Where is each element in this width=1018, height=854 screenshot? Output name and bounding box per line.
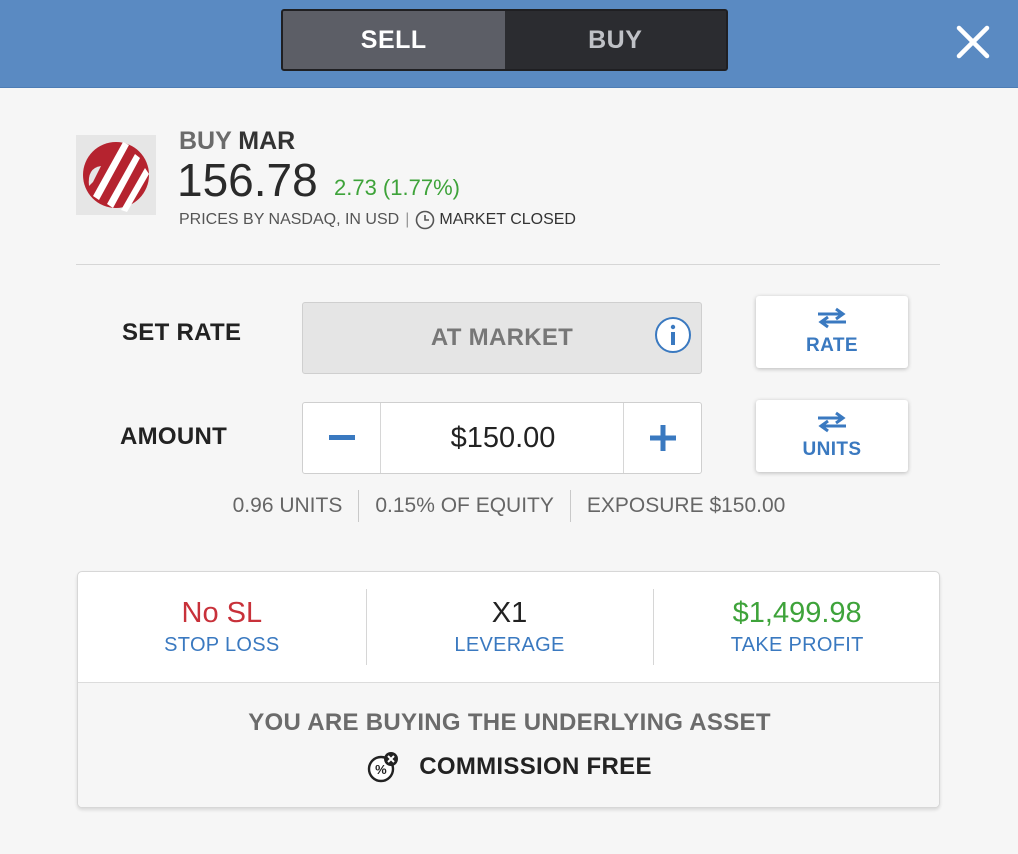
units-toggle-button[interactable]: UNITS [756,400,908,472]
amount-stepper: $150.00 [302,402,702,474]
plus-icon [649,425,676,451]
leverage-setting[interactable]: X1 LEVERAGE [365,572,654,682]
underlying-asset-text: YOU ARE BUYING THE UNDERLYING ASSET [248,709,771,736]
swap-arrows-icon [818,411,846,433]
decrease-amount-button[interactable] [303,403,381,473]
meta-separator: | [405,211,410,228]
order-header: SELL BUY [0,0,1018,88]
rate-toggle-label: RATE [806,335,858,356]
marriott-logo [83,142,149,212]
commission-info: % COMMISSION FREE [78,751,939,783]
stop-loss-setting[interactable]: No SL STOP LOSS [78,572,366,682]
commission-free-text: COMMISSION FREE [419,753,652,780]
rate-info-button[interactable] [654,316,692,354]
info-icon [655,317,691,353]
commission-percent-icon: % [368,752,399,783]
stop-loss-value: No SL [181,597,263,629]
trade-settings-card: No SL STOP LOSS X1 LEVERAGE $1,499.98 TA… [77,571,940,808]
market-status: MARKET CLOSED [439,211,576,228]
take-profit-label: TAKE PROFIT [730,634,864,656]
amount-stats: 0.96 UNITS 0.15% OF EQUITY EXPOSURE $150… [0,490,1018,522]
close-icon [956,25,990,59]
clock-icon [416,210,435,230]
increase-amount-button[interactable] [623,403,701,473]
equity-stat: 0.15% OF EQUITY [375,494,554,517]
stat-divider [569,490,571,522]
rate-field[interactable]: AT MARKET [302,302,702,374]
asset-info-panel: YOU ARE BUYING THE UNDERLYING ASSET % CO… [78,682,939,807]
trade-settings-row: No SL STOP LOSS X1 LEVERAGE $1,499.98 TA… [78,572,939,682]
set-rate-label: SET RATE [122,319,242,346]
instrument-price: 156.78 [177,154,318,206]
instrument-symbol: MAR [238,127,296,155]
leverage-label: LEVERAGE [454,634,565,656]
take-profit-setting[interactable]: $1,499.98 TAKE PROFIT [653,572,939,682]
swap-arrows-icon [818,307,846,329]
order-action: BUY [179,127,232,155]
stop-loss-label: STOP LOSS [164,634,280,656]
close-button[interactable] [953,22,993,62]
tab-sell[interactable]: SELL [283,11,505,69]
price-change: 2.73 (1.77%) [334,175,460,200]
svg-text:%: % [375,762,387,777]
units-stat: 0.96 UNITS [232,494,343,517]
take-profit-value: $1,499.98 [732,597,862,629]
price-source: PRICES BY NASDAQ, IN USD | MARKET CLOSED [179,210,576,230]
amount-input[interactable]: $150.00 [383,403,623,473]
leverage-value: X1 [491,597,528,629]
divider [76,264,940,265]
instrument-title: BUY MAR [179,127,295,156]
minus-icon [328,435,355,440]
amount-label: AMOUNT [120,423,228,450]
units-toggle-label: UNITS [802,439,862,460]
stat-divider [358,490,360,522]
tab-buy[interactable]: BUY [504,11,726,69]
prices-by-text: PRICES BY NASDAQ, IN USD [179,211,400,228]
exposure-stat: EXPOSURE $150.00 [586,494,786,517]
sell-buy-toggle: SELL BUY [281,9,728,71]
instrument-logo [76,135,156,215]
rate-toggle-button[interactable]: RATE [756,296,908,368]
rate-value: AT MARKET [430,324,574,351]
